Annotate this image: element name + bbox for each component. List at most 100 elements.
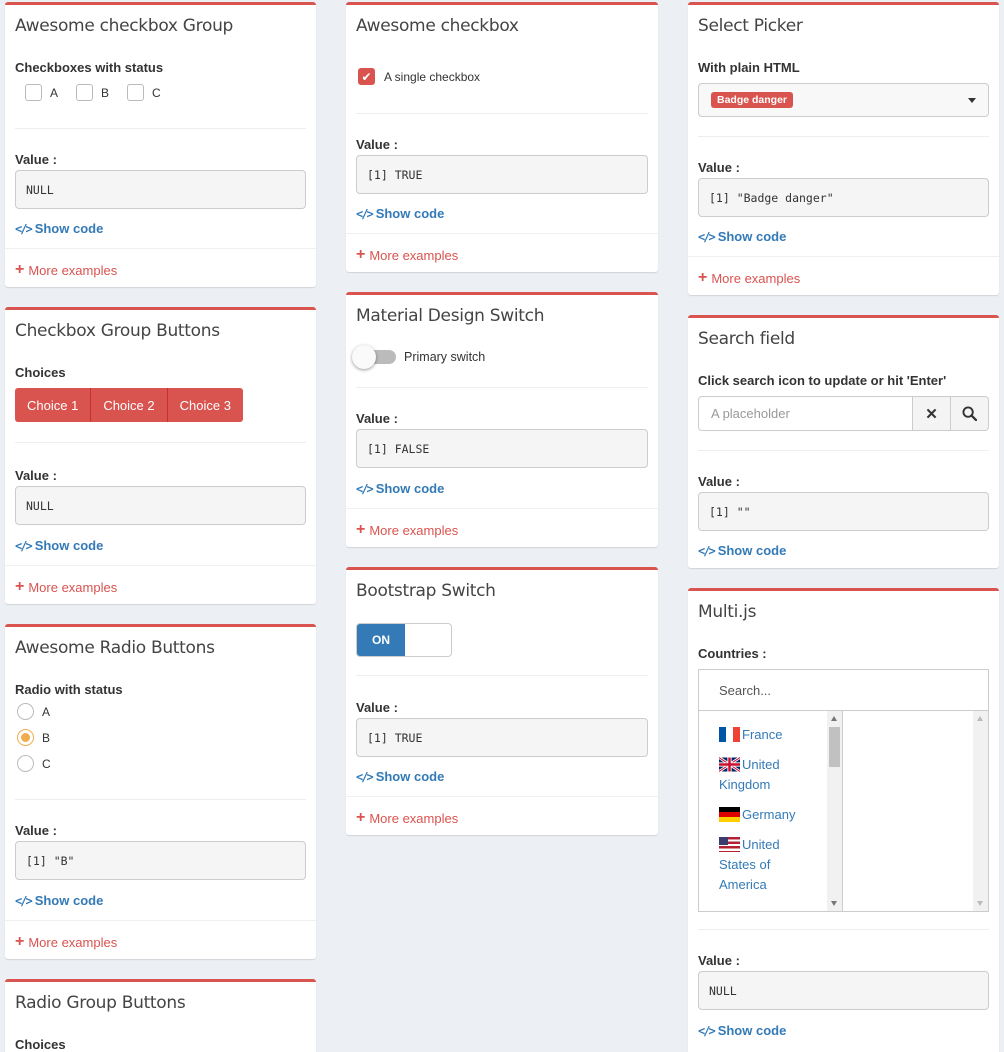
scrollbar[interactable] (827, 711, 842, 911)
choices-label: Choices (15, 1037, 66, 1052)
radio-option-a[interactable]: A (17, 703, 50, 720)
more-examples-label: More examples (369, 247, 459, 263)
more-examples-label: More examples (28, 934, 118, 950)
more-examples-link[interactable]: + More examples (698, 270, 800, 286)
radio-a[interactable] (17, 703, 34, 720)
country-option-france[interactable]: France (719, 725, 819, 745)
clear-icon[interactable]: ✕ (913, 396, 951, 431)
scroll-down-icon (977, 901, 983, 906)
divider (15, 799, 306, 800)
show-code-link[interactable]: </> Show code (15, 221, 103, 236)
show-code-label: Show code (717, 229, 787, 244)
value-output: [1] "Badge danger" (698, 178, 989, 217)
more-examples-link[interactable]: + More examples (15, 262, 117, 278)
scroll-thumb[interactable] (829, 727, 840, 767)
show-code-label: Show code (717, 543, 787, 558)
more-examples-label: More examples (369, 522, 459, 538)
search-group: A placeholder ✕ (698, 396, 989, 431)
box-title: Bootstrap Switch (356, 581, 496, 601)
plus-icon: + (15, 578, 25, 595)
select-picker-dropdown[interactable]: Badge danger (698, 83, 989, 117)
more-examples-link[interactable]: + More examples (356, 247, 458, 263)
value-label: Value : (356, 137, 398, 152)
radio-option-b[interactable]: B (17, 729, 50, 746)
selected-badge: Badge danger (711, 92, 794, 108)
code-icon: </> (698, 229, 716, 244)
show-code-link[interactable]: </> Show code (15, 893, 103, 908)
show-code-label: Show code (717, 1023, 787, 1038)
divider (698, 450, 989, 451)
box-title: Multi.js (698, 602, 757, 622)
show-code-link[interactable]: </> Show code (698, 229, 786, 244)
box-title: Checkbox Group Buttons (15, 321, 220, 341)
checkbox-a[interactable] (25, 84, 42, 101)
choice-1-button[interactable]: Choice 1 (15, 388, 92, 422)
value-label: Value : (698, 160, 740, 175)
plus-icon: + (15, 933, 25, 950)
country-option-usa[interactable]: United States of America (719, 835, 819, 895)
bootstrap-switch[interactable]: ON (356, 623, 452, 657)
checkbox-label: A single checkbox (384, 69, 481, 84)
switch-label: Primary switch (404, 350, 486, 364)
value-output: NULL (15, 486, 306, 525)
more-examples-link[interactable]: + More examples (356, 810, 458, 826)
search-field-box: Search field Click search icon to update… (688, 315, 999, 568)
code-icon: </> (15, 221, 33, 236)
footer-divider (346, 233, 658, 234)
show-code-link[interactable]: </> Show code (356, 206, 444, 221)
france-flag-icon (719, 727, 740, 742)
scrollbar[interactable] (973, 711, 988, 911)
divider (356, 387, 648, 388)
show-code-link[interactable]: </> Show code (356, 769, 444, 784)
primary-switch-toggle[interactable] (352, 345, 396, 369)
checkbox-c[interactable] (127, 84, 145, 101)
box-title: Search field (698, 329, 795, 349)
show-code-link[interactable]: </> Show code (356, 481, 444, 496)
divider (15, 442, 306, 443)
footer-divider (5, 248, 316, 249)
usa-flag-icon (719, 837, 740, 852)
choices-button-group: Choice 1 Choice 2 Choice 3 (15, 388, 243, 422)
radio-option-c[interactable]: C (17, 755, 51, 772)
radio-group-buttons-box: Radio Group Buttons Choices (5, 979, 316, 1052)
checkbox-group-label: Checkboxes with status (15, 60, 164, 75)
code-icon: </> (698, 543, 716, 558)
checkbox-checked[interactable]: ✔ (358, 68, 375, 85)
search-input[interactable]: A placeholder (698, 396, 913, 431)
search-icon[interactable] (951, 396, 989, 431)
show-code-link[interactable]: </> Show code (15, 538, 103, 553)
divider (698, 136, 989, 137)
multi-search-input[interactable]: Search... (699, 670, 988, 711)
radio-label-a: A (42, 704, 51, 719)
more-examples-label: More examples (711, 270, 801, 286)
box-title: Awesome Radio Buttons (15, 638, 215, 658)
more-examples-link[interactable]: + More examples (356, 522, 458, 538)
radio-label-c: C (42, 756, 51, 771)
multi-select: Search... France United Kingdom Germany … (698, 669, 989, 912)
multijs-box: Multi.js Countries : Search... France Un… (688, 588, 999, 1052)
checkbox-label-b: B (101, 85, 110, 100)
country-option-united-kingdom[interactable]: United Kingdom (719, 755, 819, 795)
country-option-germany[interactable]: Germany (719, 805, 819, 825)
choice-2-button[interactable]: Choice 2 (91, 388, 168, 422)
plus-icon: + (356, 246, 366, 263)
checkbox-group-buttons-box: Checkbox Group Buttons Choices Choice 1 … (5, 307, 316, 604)
value-output: [1] TRUE (356, 155, 648, 194)
box-title: Radio Group Buttons (15, 993, 186, 1013)
show-code-link[interactable]: </> Show code (698, 1023, 786, 1038)
more-examples-link[interactable]: + More examples (15, 934, 117, 950)
radio-c[interactable] (17, 755, 34, 772)
value-label: Value : (15, 468, 57, 483)
checkbox-b[interactable] (76, 84, 94, 101)
radio-group-label: Radio with status (15, 682, 123, 697)
show-code-label: Show code (34, 893, 104, 908)
show-code-link[interactable]: </> Show code (698, 543, 786, 558)
checkbox-label-a: A (50, 85, 59, 100)
radio-b-selected[interactable] (17, 729, 34, 746)
more-examples-link[interactable]: + More examples (15, 579, 117, 595)
value-output: NULL (15, 170, 306, 209)
bootstrap-switch-box: Bootstrap Switch ON Value : [1] TRUE </>… (346, 567, 658, 835)
choice-3-button[interactable]: Choice 3 (167, 388, 243, 422)
selected-list (843, 711, 988, 911)
single-checkbox[interactable]: ✔ A single checkbox (358, 68, 480, 85)
